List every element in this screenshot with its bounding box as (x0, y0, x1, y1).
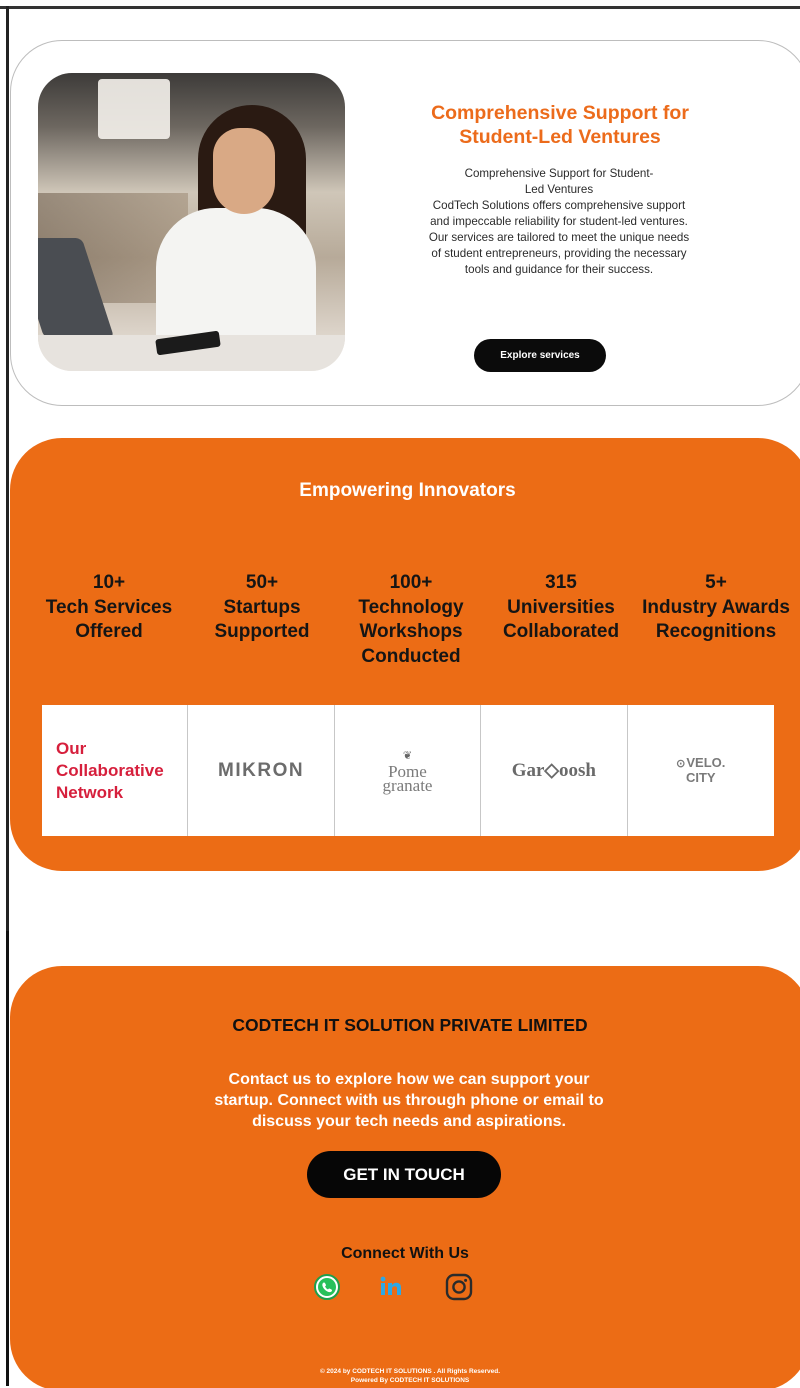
whatsapp-icon[interactable] (312, 1272, 342, 1302)
hero-description: Comprehensive Support for Student- Led V… (428, 167, 690, 276)
left-border (6, 6, 9, 931)
stat-tech-services: 10+ Tech Services Offered (45, 572, 173, 642)
linkedin-icon[interactable] (376, 1272, 406, 1302)
pomegranate-logo[interactable]: ❦ Pome granate (335, 705, 482, 836)
velocity-logo[interactable]: ⊙VELO. CITY (628, 705, 774, 836)
copyright-text: © 2024 by CODTECH IT SOLUTIONS . All Rig… (319, 1368, 501, 1384)
garoosh-logo[interactable]: Gar◇oosh (481, 705, 628, 836)
company-name: CODTECH IT SOLUTION PRIVATE LIMITED (232, 1015, 588, 1035)
bike-icon: ⊙ (676, 758, 686, 770)
hero-title: Comprehensive Support for Student-Led Ve… (431, 102, 689, 148)
explore-services-button[interactable]: Explore services (474, 339, 606, 372)
stat-awards: 5+ Industry Awards Recognitions (642, 572, 790, 642)
top-border (0, 6, 800, 9)
student-photo (38, 73, 345, 371)
stat-startups: 50+ Startups Supported (214, 572, 310, 642)
network-label: Our Collaborative Network (42, 705, 189, 836)
contact-description: Contact us to explore how we can support… (214, 1071, 604, 1130)
get-in-touch-button[interactable]: GET IN TOUCH (307, 1151, 501, 1198)
leaf-icon: ❦ (402, 749, 413, 762)
instagram-icon[interactable] (444, 1272, 474, 1302)
stats-title: Empowering Innovators (299, 480, 516, 501)
mikron-logo[interactable]: MIKRON (188, 705, 335, 836)
connect-heading: Connect With Us (341, 1245, 469, 1262)
left-border-lower (6, 931, 9, 1386)
collaborative-network-strip: Our Collaborative Network MIKRON ❦ Pome … (42, 705, 774, 836)
stat-universities: 315 Universities Collaborated (502, 572, 620, 642)
stat-workshops: 100+ Technology Workshops Conducted (358, 572, 464, 667)
